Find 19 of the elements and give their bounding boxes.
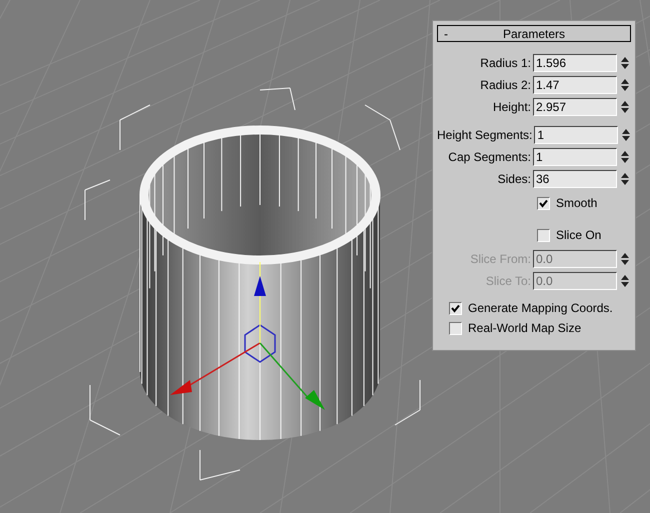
field-label: Height Segments: [437, 127, 532, 144]
checkbox-label: Smooth [556, 195, 598, 212]
field-label: Cap Segments: [447, 149, 531, 166]
checkbox-label: Slice On [556, 227, 602, 244]
field-label: Slice To: [484, 273, 531, 290]
field-label: Sides: [496, 171, 531, 188]
field-label: Slice From: [469, 251, 531, 268]
number-field[interactable]: 1 [533, 148, 617, 166]
number-field[interactable]: 2.957 [533, 98, 617, 116]
number-field[interactable]: 1.47 [533, 76, 617, 94]
checkbox-label: Generate Mapping Coords. [468, 300, 613, 317]
checkbox-label: Real-World Map Size [468, 320, 582, 337]
field-label: Height: [492, 99, 531, 116]
field-label: Radius 1: [479, 55, 531, 72]
number-field[interactable]: 1.596 [533, 54, 617, 72]
field-label: Radius 2: [479, 77, 531, 94]
number-field[interactable]: 36 [533, 170, 617, 188]
rollout-header[interactable]: - Parameters [437, 25, 631, 42]
number-field[interactable]: 1 [534, 126, 618, 144]
